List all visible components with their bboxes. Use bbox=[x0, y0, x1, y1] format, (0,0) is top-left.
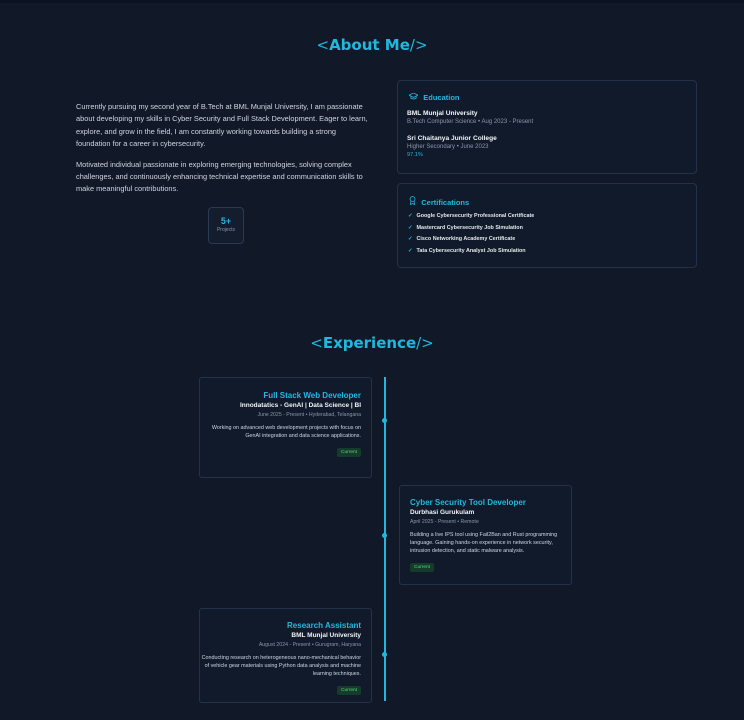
experience-description: Conducting research on heterogeneous nan… bbox=[201, 655, 361, 677]
certification-item: ✓ Tata Cybersecurity Analyst Job Simulati… bbox=[408, 248, 526, 255]
timeline-dot bbox=[382, 418, 387, 423]
education-detail: Higher Secondary • June 2023 bbox=[407, 144, 489, 150]
experience-organization: BML Munjal University bbox=[291, 632, 361, 639]
education-panel: Education BML Munjal University B.Tech C… bbox=[397, 80, 697, 174]
certifications-list: ✓ Google Cybersecurity Professional Certi… bbox=[408, 213, 534, 260]
experience-card: Full Stack Web Developer Innodatatics - … bbox=[199, 377, 372, 478]
certification-item: ✓ Cisco Networking Academy Certificate bbox=[408, 236, 516, 243]
experience-meta: June 2025 - Present • Hyderabad, Telanga… bbox=[257, 412, 361, 418]
experience-description: Working on advanced web development proj… bbox=[211, 425, 361, 439]
projects-label: Projects bbox=[216, 227, 236, 233]
education-item: BML Munjal University B.Tech Computer Sc… bbox=[407, 110, 533, 125]
projects-stat-card: 5+ Projects bbox=[208, 207, 244, 244]
about-description: Currently pursuing my second year of B.T… bbox=[76, 101, 368, 204]
award-icon bbox=[409, 196, 418, 207]
experience-organization: Innodatatics - GenAI | Data Science | BI bbox=[239, 402, 361, 409]
top-border bbox=[0, 0, 744, 3]
experience-role: Cyber Security Tool Developer bbox=[410, 498, 526, 507]
about-paragraph-2: Motivated individual passionate in explo… bbox=[76, 159, 363, 194]
education-school: BML Munjal University bbox=[407, 110, 478, 117]
experience-role: Full Stack Web Developer bbox=[263, 391, 361, 400]
certification-item: ✓ Mastercard Cybersecurity Job Simulation bbox=[408, 224, 523, 231]
education-heading: Education bbox=[408, 92, 460, 102]
certifications-panel: Certifications ✓ Google Cybersecurity Pro… bbox=[397, 183, 697, 268]
experience-section-title: <Experience/> bbox=[310, 334, 434, 352]
check-icon: ✓ bbox=[408, 248, 413, 255]
education-grade: 97.1% bbox=[407, 152, 423, 158]
experience-card: Research Assistant BML Munjal University… bbox=[199, 608, 372, 703]
about-paragraph-1: Currently pursuing my second year of B.T… bbox=[76, 102, 368, 149]
education-item: Sri Chaitanya Junior College Higher Seco… bbox=[407, 135, 497, 158]
check-icon: ✓ bbox=[408, 236, 413, 243]
about-section-title: <About Me/> bbox=[316, 36, 428, 54]
timeline-dot bbox=[382, 652, 387, 657]
check-icon: ✓ bbox=[408, 213, 413, 219]
timeline-dot bbox=[382, 533, 387, 538]
experience-role: Research Assistant bbox=[287, 621, 361, 630]
current-badge: Current bbox=[337, 448, 361, 457]
certification-item: ✓ Google Cybersecurity Professional Certi… bbox=[408, 213, 535, 219]
experience-card: Cyber Security Tool Developer Durbhasi G… bbox=[399, 485, 572, 585]
certifications-heading: Certifications bbox=[409, 196, 469, 207]
experience-organization: Durbhasi Gurukulam bbox=[410, 509, 475, 516]
education-school: Sri Chaitanya Junior College bbox=[407, 135, 497, 142]
current-badge: Current bbox=[410, 563, 434, 572]
check-icon: ✓ bbox=[408, 224, 413, 231]
experience-meta: August 2024 - Present • Gurugram, Haryan… bbox=[258, 642, 361, 648]
experience-description: Building a live IPS tool using Fail2Ban … bbox=[410, 532, 558, 554]
education-detail: B.Tech Computer Science • Aug 2023 - Pre… bbox=[407, 119, 534, 125]
projects-count: 5+ bbox=[220, 216, 232, 226]
graduation-cap-icon bbox=[408, 92, 420, 102]
current-badge: Current bbox=[337, 686, 361, 695]
experience-meta: April 2025 - Present • Remote bbox=[410, 519, 479, 525]
